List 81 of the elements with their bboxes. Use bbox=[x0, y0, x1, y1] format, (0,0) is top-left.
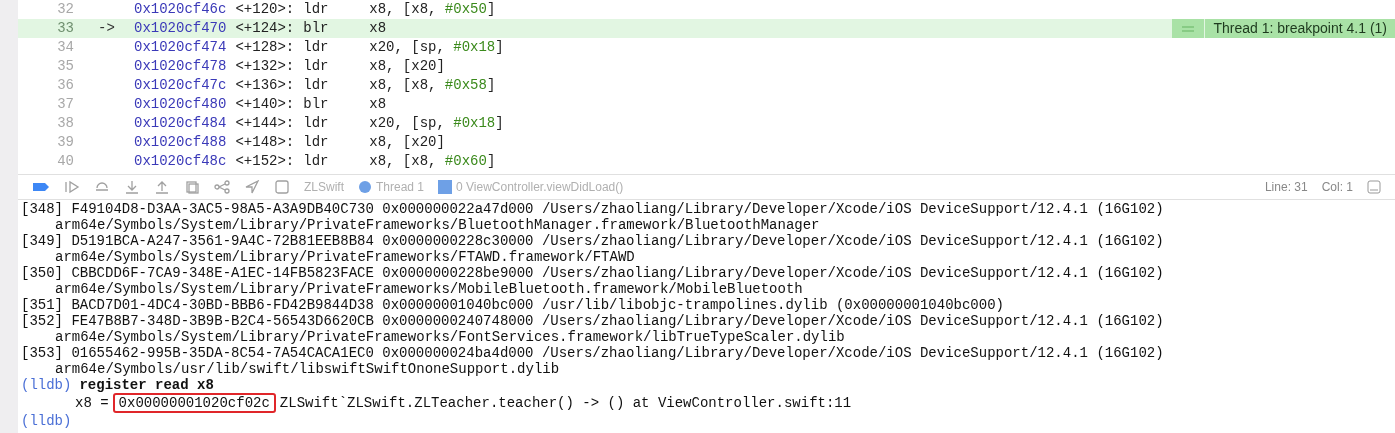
lldb-prompt: (lldb) bbox=[21, 413, 72, 429]
instruction-offset: <+152>: bbox=[235, 152, 295, 171]
step-over-icon[interactable] bbox=[94, 180, 110, 194]
line-number: 34 bbox=[56, 38, 75, 57]
view-hierarchy-icon[interactable] bbox=[184, 180, 200, 194]
instruction-address: 0x1020cf488 bbox=[134, 133, 227, 152]
line-number: 32 bbox=[56, 0, 75, 19]
console-line: arm64e/Symbols/System/Library/PrivateFrameworks/FTAWD.framework/FTAWD bbox=[54, 249, 636, 265]
instruction-operands: x20, [sp, #0x18] bbox=[369, 114, 504, 133]
instruction-mnemonic: ldr bbox=[303, 152, 330, 171]
lldb-prompt: (lldb) bbox=[21, 377, 72, 393]
instruction-mnemonic: ldr bbox=[303, 133, 330, 152]
line-number: 35 bbox=[56, 57, 75, 76]
instruction-address: 0x1020cf474 bbox=[134, 38, 227, 57]
console-line: [352] FE47B8B7-348D-3B9B-B2C4-56543D6620CB 0x0000000240748000 /Users/zhaoliang/Library/Developer/Xcode/iOS DeviceSupport/12.4.1 (16G102) bbox=[21, 313, 1165, 329]
console-line: [353] 01655462-995B-35DA-8C54-7A54CACA1EC0 0x000000024ba4d000 /Users/zhaoliang/Library/Developer/Xcode/iOS DeviceSupport/12.4.1 (16G102) bbox=[21, 345, 1165, 361]
instruction-mnemonic: blr bbox=[303, 95, 330, 114]
instruction-mnemonic: ldr bbox=[303, 76, 330, 95]
location-icon[interactable] bbox=[244, 180, 260, 194]
console-line: arm64e/Symbols/System/Library/PrivateFrameworks/MobileBluetooth.framework/MobileBluetooth bbox=[54, 281, 804, 297]
instruction-mnemonic: ldr bbox=[303, 38, 330, 57]
instruction-operands: x8, [x8, #0x58] bbox=[369, 76, 496, 95]
console-line: [349] D5191BCA-A247-3561-9A4C-72B81EEB8B84 0x0000000228c30000 /Users/zhaoliang/Library/Developer/Xcode/iOS DeviceSupport/12.4.1 (16G102) bbox=[21, 233, 1165, 249]
instruction-offset: <+136>: bbox=[235, 76, 295, 95]
instruction-address: 0x1020cf48c bbox=[134, 152, 227, 171]
register-label: x8 = bbox=[75, 395, 109, 411]
instruction-offset: <+128>: bbox=[235, 38, 295, 57]
step-into-icon[interactable] bbox=[124, 180, 140, 194]
line-number: 38 bbox=[56, 114, 75, 133]
register-value: 0x00000001020cf02c bbox=[112, 393, 276, 413]
current-instruction-marker: -> bbox=[98, 20, 115, 36]
line-indicator: Line: 31 bbox=[1264, 179, 1308, 196]
instruction-mnemonic: ldr bbox=[303, 57, 330, 76]
instruction-mnemonic: blr bbox=[303, 19, 330, 38]
instruction-operands: x20, [sp, #0x18] bbox=[369, 38, 504, 57]
instruction-offset: <+148>: bbox=[235, 133, 295, 152]
line-number: 39 bbox=[56, 133, 75, 152]
instruction-address: 0x1020cf480 bbox=[134, 95, 227, 114]
continue-icon[interactable] bbox=[64, 180, 80, 194]
column-indicator: Col: 1 bbox=[1321, 179, 1353, 196]
breadcrumb-item[interactable]: ZLSwift bbox=[304, 178, 344, 196]
console-line: [351] BACD7D01-4DC4-30BD-BBB6-FD42B9844D38 0x00000001040bc000 /usr/lib/libobjc-trampolines.dylib (0x00000001040bc000) bbox=[21, 297, 1005, 313]
instruction-offset: <+140>: bbox=[235, 95, 295, 114]
instruction-operands: x8, [x8, #0x50] bbox=[369, 0, 496, 19]
panel-toggle-icon[interactable] bbox=[1367, 180, 1381, 194]
memory-graph-icon[interactable] bbox=[214, 180, 230, 194]
instruction-operands: x8, [x20] bbox=[369, 57, 445, 76]
line-number: 33 bbox=[56, 19, 75, 38]
breadcrumb-item[interactable]: 0 ViewController.viewDidLoad() bbox=[438, 178, 624, 196]
instruction-operands: x8 bbox=[369, 19, 387, 38]
breakpoints-toggle-icon[interactable] bbox=[32, 182, 50, 192]
instruction-address: 0x1020cf470 bbox=[134, 19, 227, 38]
instruction-offset: <+144>: bbox=[235, 114, 295, 133]
line-number: 37 bbox=[56, 95, 75, 114]
instruction-mnemonic: ldr bbox=[303, 0, 330, 19]
breadcrumb-item[interactable]: Thread 1 bbox=[358, 178, 425, 196]
instruction-address: 0x1020cf47c bbox=[134, 76, 227, 95]
instruction-address: 0x1020cf478 bbox=[134, 57, 227, 76]
console-line: arm64e/Symbols/System/Library/PrivateFrameworks/FontServices.framework/libTrueTypeScaler.dylib bbox=[54, 329, 846, 345]
console-line: arm64e/Symbols/System/Library/PrivateFrameworks/BluetoothManager.framework/BluetoothManager bbox=[54, 217, 821, 233]
line-number: 36 bbox=[56, 76, 75, 95]
console-line: [348] F49104D8-D3AA-3AC5-98A5-A3A9DB40C730 0x000000022a47d000 /Users/zhaoliang/Library/Developer/Xcode/iOS DeviceSupport/12.4.1 (16G102) bbox=[21, 201, 1165, 217]
instruction-address: 0x1020cf46c bbox=[134, 0, 227, 19]
instruction-address: 0x1020cf484 bbox=[134, 114, 227, 133]
instruction-operands: x8, [x20] bbox=[369, 133, 445, 152]
console-line: [350] CBBCDD6F-7CA9-348E-A1EC-14FB5823FACE 0x0000000228be9000 /Users/zhaoliang/Library/Developer/Xcode/iOS DeviceSupport/12.4.1 (16G102) bbox=[21, 265, 1165, 281]
instruction-offset: <+120>: bbox=[235, 0, 295, 19]
thread-icon bbox=[358, 180, 372, 194]
symbol-description: ZLSwift`ZLSwift.ZLTeacher.teacher() -> () at ViewController.swift:11 bbox=[279, 395, 852, 411]
app-icon[interactable] bbox=[274, 180, 290, 194]
instruction-operands: x8, [x8, #0x60] bbox=[369, 152, 496, 171]
equals-icon bbox=[1182, 25, 1195, 32]
instruction-mnemonic: ldr bbox=[303, 114, 330, 133]
step-out-icon[interactable] bbox=[154, 180, 170, 194]
instruction-operands: x8 bbox=[369, 95, 387, 114]
line-number: 40 bbox=[56, 152, 75, 171]
instruction-offset: <+132>: bbox=[235, 57, 295, 76]
console-command: register read x8 bbox=[79, 377, 214, 393]
instruction-offset: <+124>: bbox=[235, 19, 295, 38]
console-line: arm64e/Symbols/usr/lib/swift/libswiftSwiftOnoneSupport.dylib bbox=[54, 361, 561, 377]
frame-icon bbox=[438, 180, 453, 194]
